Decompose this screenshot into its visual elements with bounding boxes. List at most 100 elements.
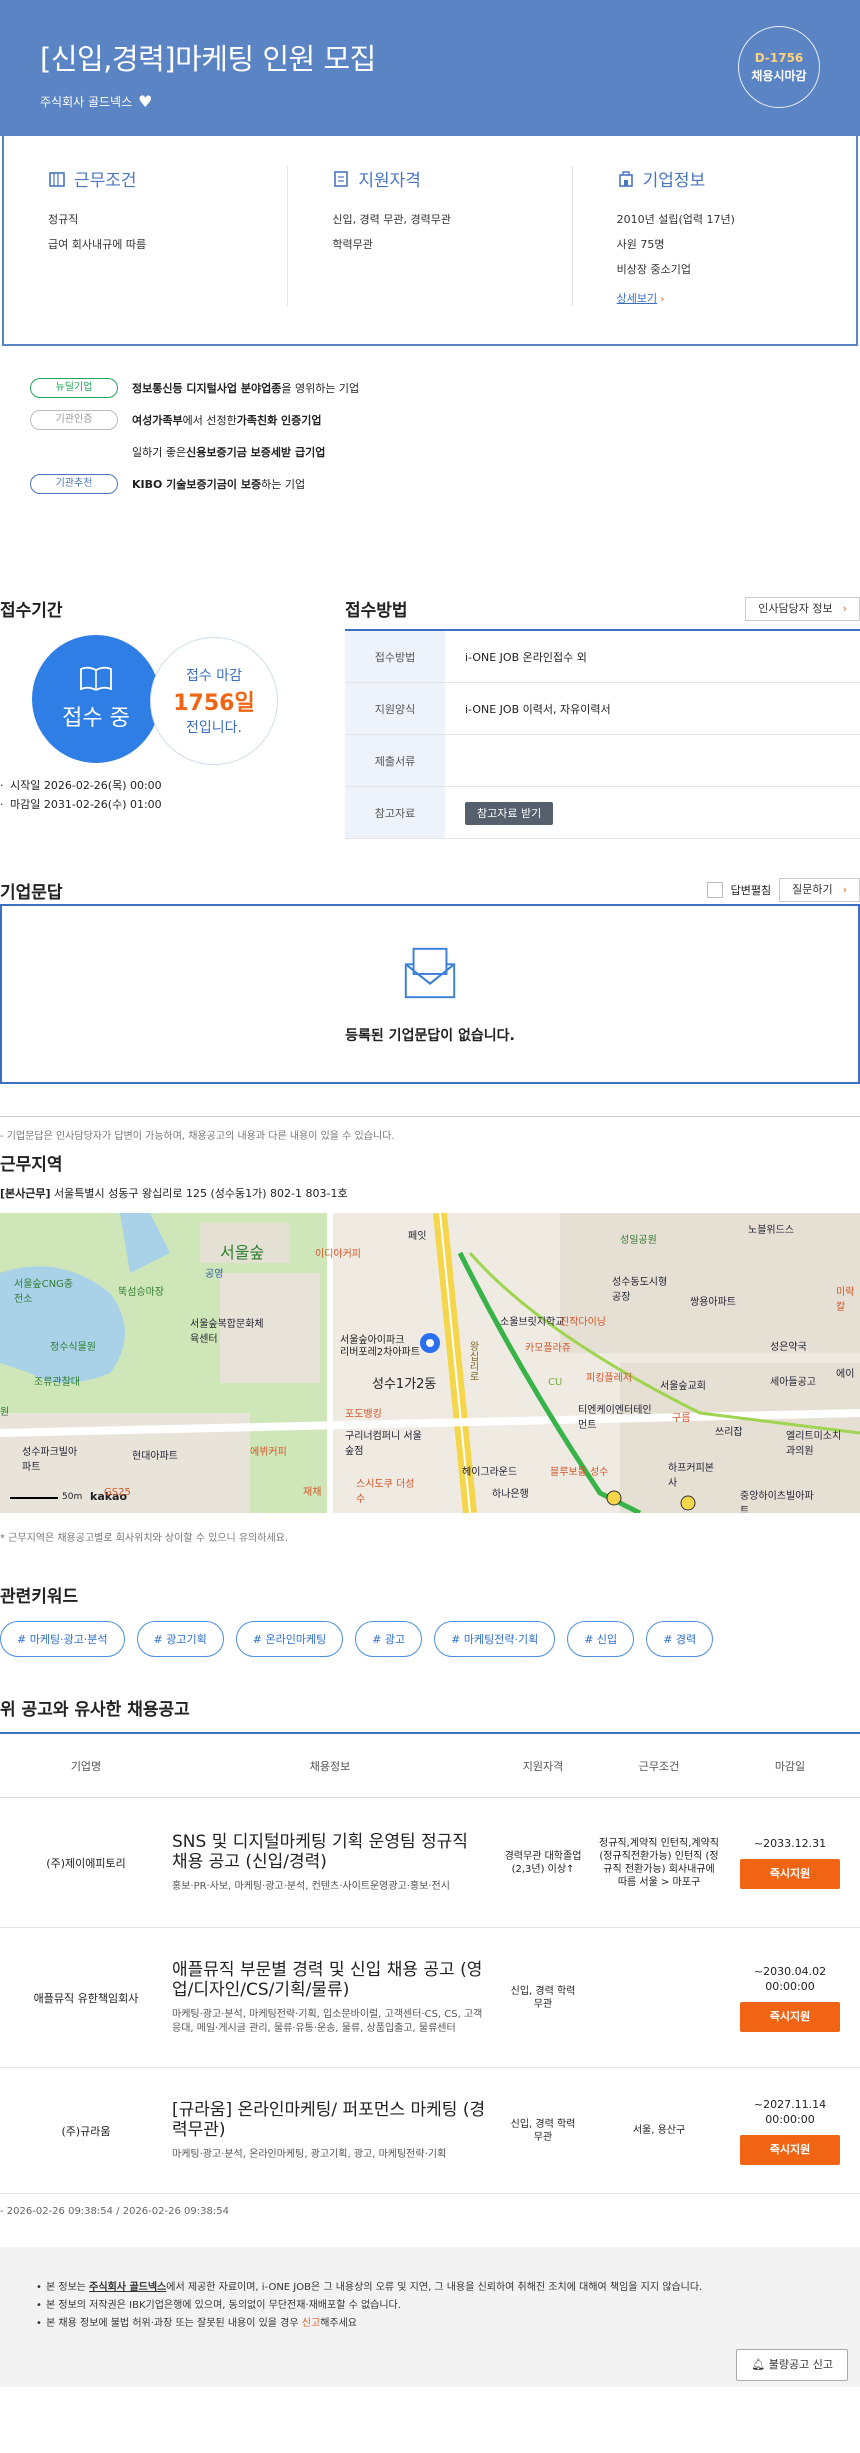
envelope-icon [404, 947, 456, 999]
map-label: 진작다이닝 [560, 1317, 606, 1328]
tag-pill: 기관인증 [30, 410, 118, 430]
end-date-row: · 마감일 2031-02-26(수) 01:00 [0, 795, 162, 814]
qna-note: - 기업문답은 인사담당자가 답변이 가능하며, 채용공고의 내용과 다른 내용… [0, 1116, 860, 1142]
location-section: 근무지역 [본사근무] 서울특별시 성동구 왕십리로 125 (성수동1가) 8… [0, 1150, 860, 1544]
table-value: i-ONE JOB 온라인접수 외 [465, 650, 587, 664]
report-posting-button[interactable]: 🔔︎ 불량공고 신고 [736, 2349, 848, 2381]
disclaimer-list: 본 정보는 주식회사 골드넥스에서 제공한 자료이며, i-ONE JOB은 그… [36, 2279, 860, 2333]
job-deadline: ~2030.04.02 00:00:00 [753, 1964, 827, 1993]
answered-label: 답변펼침 [730, 884, 772, 897]
apply-now-button[interactable]: 즉시지원 [740, 1859, 840, 1889]
download-reference-button[interactable]: 참고자료 받기 [465, 801, 554, 825]
qualifications-title: 지원자격 [358, 171, 421, 191]
company-name[interactable]: (주)규라움 [0, 2123, 172, 2139]
map-label: 하나은행 [492, 1489, 529, 1500]
job-deadline: ~2033.12.31 [753, 1837, 827, 1850]
location-map[interactable]: 서울숲아이파크 리버포레2차아파트 성수1가2동 50m kakao 이디야커피 … [0, 1213, 860, 1513]
map-label: 엘리트미소치과의원 [786, 1431, 842, 1457]
keyword-chip[interactable]: # 광고기획 [136, 1621, 224, 1657]
keyword-chip[interactable]: # 광고 [355, 1621, 423, 1657]
job-info: [규라움] 온라인마케팅/ 퍼포먼스 마케팅 (경력무관) 마케팅·광고·분석,… [172, 2100, 488, 2162]
map-label: 정수식물원 [50, 1342, 96, 1353]
disclaimer-company: 주식회사 골드넥스 [89, 2282, 167, 2293]
job-deadline-cell: ~2030.04.02 00:00:00 즉시지원 [720, 1964, 860, 2032]
tag-bold: KIBO 기술보증기금이 보증 [132, 478, 262, 491]
chevron-right-icon: › [842, 883, 847, 896]
report-link[interactable]: 신고 [302, 2318, 320, 2329]
tag-bold: 신용보증기금 보증세받 급기업 [186, 446, 326, 459]
column-header: 마감일 [774, 1759, 806, 1773]
job-categories: 마케팅·광고·분석, 마케팅전략·기획, 입소문바이럴, 고객센터·CS, CS… [172, 2008, 483, 2034]
map-label: 하프커피본사 [668, 1463, 714, 1489]
company-name[interactable]: 주식회사 골드넥스 [40, 93, 132, 110]
tag-row: 뉴딜기업 정보통신등 디지털사업 분야업종 을 영위하는 기업 [30, 372, 830, 404]
company-detail-link[interactable]: 상세보기 [617, 290, 657, 306]
station-icon [680, 1495, 696, 1511]
job-title-link[interactable]: 애플뮤직 부문별 경력 및 신입 채용 공고 (영업/디자인/CS/기획/물류) [172, 1960, 488, 2000]
company-name[interactable]: 애플뮤직 유한책임회사 [0, 1990, 172, 2006]
branch-label: [본사근무] [0, 1187, 51, 1200]
similar-jobs-section: 위 공고와 유사한 채용공고 기업명 채용정보 지원자격 근무조건 마감일 (주… [0, 1695, 860, 2217]
job-qualification: 경력무관 대학졸업(2,3년) 이상↑ [504, 1850, 582, 1875]
table-row: 참고자료 참고자료 받기 [345, 787, 860, 839]
map-label: 세아들공고 [770, 1377, 816, 1388]
keyword-chip[interactable]: # 마케팅·광고·분석 [0, 1621, 125, 1657]
tag-pill: 뉴딜기업 [30, 378, 118, 398]
status-circle: 접수 중 [32, 635, 160, 763]
apply-now-button[interactable]: 즉시지원 [740, 2134, 840, 2165]
keyword-chip[interactable]: # 신입 [567, 1621, 635, 1657]
table-row: (주)규라움 [규라움] 온라인마케팅/ 퍼포먼스 마케팅 (경력무관) 마케팅… [0, 2068, 860, 2194]
qna-title: 기업문답 [0, 882, 63, 903]
qualifications-line: 신입, 경력 무관, 경력무관 [332, 213, 452, 226]
map-label: 원 [0, 1407, 10, 1418]
map-label: 서울숲아이파크 리버포레2차아파트 [340, 1335, 420, 1359]
table-value: i-ONE JOB 이력서, 자유이력서 [465, 702, 611, 716]
company-info-line: 비상장 중소기업 [616, 263, 691, 276]
bell-icon: 🔔︎ [751, 2358, 769, 2371]
company-line: 주식회사 골드넥스 ♥ [40, 92, 820, 111]
disclaimer-item: 본 정보의 저작권은 IBK기업은행에 있으며, 동의없이 무단전재·재배포할 … [36, 2297, 860, 2315]
disclaimer-text: 해주세요 [320, 2318, 357, 2329]
qualifications-heading: 지원자격 [332, 166, 527, 191]
station-icon [606, 1490, 622, 1506]
dday-label: 채용시마감 [751, 68, 807, 83]
job-categories: 마케팅·광고·분석, 온라인마케팅, 광고기획, 광고, 마케팅전략·기획 [172, 2148, 447, 2160]
map-label: 재채 [303, 1487, 322, 1498]
table-row: (주)제이에피토리 SNS 및 디지털마케팅 기획 운영팀 정규직 채용 공고 … [0, 1798, 860, 1928]
company-name[interactable]: (주)제이에피토리 [0, 1855, 172, 1871]
keyword-list: # 마케팅·광고·분석 # 광고기획 # 온라인마케팅 # 광고 # 마케팅전략… [0, 1621, 860, 1657]
map-label: 공영 [205, 1269, 224, 1280]
table-header: 기업명 채용정보 지원자격 근무조건 마감일 [0, 1734, 860, 1798]
tag-bold: 정보통신등 디지털사업 분야업종 [132, 382, 282, 395]
qna-empty-message: 등록된 기업문답이 없습니다. [345, 1028, 515, 1044]
ask-question-button[interactable]: 질문하기 › [779, 878, 860, 902]
job-deadline-cell: ~2033.12.31 즉시지원 [720, 1836, 860, 1889]
company-tags: 뉴딜기업 정보통신등 디지털사업 분야업종 을 영위하는 기업 기관인증 여성가족… [0, 346, 860, 596]
keyword-chip[interactable]: # 경력 [646, 1621, 714, 1657]
apply-method-title: 접수방법 [345, 601, 408, 621]
map-label-text: 서울숲아이파크 [340, 1335, 405, 1346]
job-title-link[interactable]: SNS 및 디지털마케팅 기획 운영팀 정규직 채용 공고 (신입/경력) [172, 1832, 488, 1872]
job-title-link[interactable]: [규라움] 온라인마케팅/ 퍼포먼스 마케팅 (경력무관) [172, 2100, 488, 2140]
map-label: 성일공원 [620, 1235, 657, 1246]
document-icon [334, 170, 349, 187]
apply-now-button[interactable]: 즉시지원 [740, 2001, 840, 2032]
map-label: 쓰리잡 [715, 1427, 743, 1438]
building-icon [49, 171, 65, 187]
map-scale-label: 50m [62, 1492, 83, 1502]
map-label: 서울숲복합문화체육센터 [190, 1319, 264, 1345]
block [560, 1213, 860, 1353]
keyword-chip[interactable]: # 마케팅전략·기획 [434, 1621, 556, 1657]
tag-text: 을 영위하는 기업 [281, 382, 360, 395]
deadline-circle: 접수 마감 1756일 전입니다. [150, 637, 278, 765]
map-canvas[interactable] [0, 1213, 860, 1513]
map-label: 소울브릿지학교 [500, 1317, 565, 1328]
company-info-line: 사원 75명 [616, 238, 665, 251]
hr-contact-button[interactable]: 인사담당자 정보 › [745, 596, 860, 621]
map-label: 서울숲CNG충전소 [14, 1279, 74, 1305]
keyword-chip[interactable]: # 온라인마케팅 [235, 1621, 344, 1657]
job-info: 애플뮤직 부문별 경력 및 신입 채용 공고 (영업/디자인/CS/기획/물류)… [172, 1960, 488, 2036]
heart-icon[interactable]: ♥ [138, 92, 152, 111]
answered-checkbox[interactable] [706, 882, 723, 898]
column-header: 채용정보 [309, 1759, 351, 1773]
